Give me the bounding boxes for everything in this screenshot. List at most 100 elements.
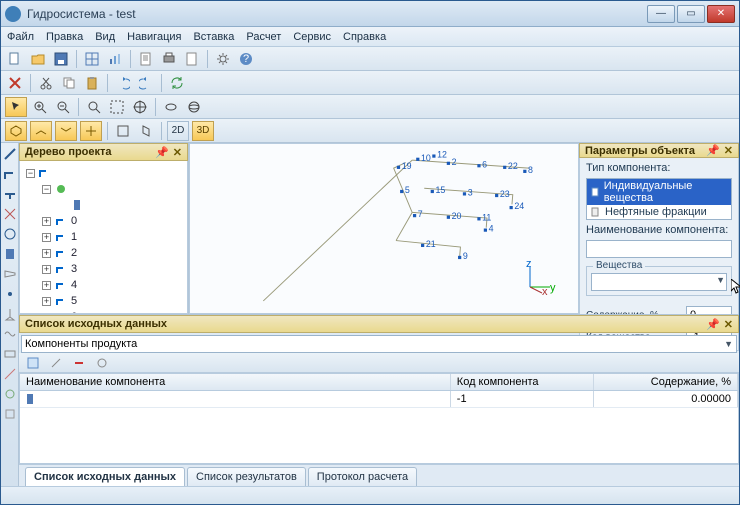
- maximize-button[interactable]: ▭: [677, 5, 705, 23]
- view-iso4[interactable]: [80, 121, 102, 141]
- tree-node-6[interactable]: +6: [42, 309, 181, 314]
- tree-node-1[interactable]: +1: [42, 229, 181, 245]
- tool-reducer-icon[interactable]: [3, 267, 17, 281]
- tree-node-5[interactable]: +5: [42, 293, 181, 309]
- delete-x-icon[interactable]: [5, 73, 25, 93]
- undo-icon[interactable]: [113, 73, 133, 93]
- menu-nav[interactable]: Навигация: [127, 31, 181, 43]
- add-row-icon[interactable]: [23, 353, 43, 373]
- remove-row-icon[interactable]: [69, 353, 89, 373]
- data-type-combo[interactable]: Компоненты продукта▼: [21, 335, 737, 353]
- copy-icon[interactable]: [59, 73, 79, 93]
- component-type-list[interactable]: Индивидуальные вещества Нефтяные фракции: [586, 178, 732, 220]
- doc-icon[interactable]: [136, 49, 156, 69]
- svg-text:8: 8: [528, 165, 533, 175]
- tree-close-icon[interactable]: ✕: [173, 146, 182, 159]
- zoom-fit-icon[interactable]: [84, 97, 104, 117]
- cell-content[interactable]: 0.00000: [594, 391, 738, 407]
- view-iso2[interactable]: [30, 121, 52, 141]
- paste-icon[interactable]: [82, 73, 102, 93]
- tree-node-2[interactable]: +2: [42, 245, 181, 261]
- tree-pin-icon[interactable]: 📌: [155, 146, 169, 159]
- type-option-oil[interactable]: Нефтяные фракции: [587, 205, 731, 219]
- 3d-viewport[interactable]: 1210192622851532324720114219 z y x: [189, 143, 579, 314]
- zoom-window-icon[interactable]: [107, 97, 127, 117]
- data-grid[interactable]: Наименование компонента Код компонента С…: [19, 373, 739, 464]
- view-side[interactable]: [136, 121, 156, 141]
- menu-service[interactable]: Сервис: [293, 31, 331, 43]
- tool-pump-icon[interactable]: [3, 227, 17, 241]
- open-file-icon[interactable]: [28, 49, 48, 69]
- cut-icon[interactable]: [36, 73, 56, 93]
- tool-valve-icon[interactable]: [3, 207, 17, 221]
- orbit-icon[interactable]: [184, 97, 204, 117]
- tool-tee-icon[interactable]: [3, 187, 17, 201]
- gear-icon[interactable]: [213, 49, 233, 69]
- component-name-input[interactable]: [586, 240, 732, 258]
- tool-elbow-icon[interactable]: [3, 167, 17, 181]
- zoom-out-icon[interactable]: [53, 97, 73, 117]
- substances-select[interactable]: [591, 273, 727, 291]
- tool-heat-icon[interactable]: [3, 367, 17, 381]
- column-name[interactable]: Наименование компонента: [20, 374, 451, 390]
- menu-view[interactable]: Вид: [95, 31, 115, 43]
- tree-node-4[interactable]: +4: [42, 277, 181, 293]
- props-close-icon[interactable]: ✕: [724, 144, 733, 157]
- mouse-cursor-icon: [731, 279, 740, 295]
- help-icon[interactable]: ?: [236, 49, 256, 69]
- type-option-individual[interactable]: Индивидуальные вещества: [587, 179, 731, 205]
- close-button[interactable]: ✕: [707, 5, 735, 23]
- menu-edit[interactable]: Правка: [46, 31, 83, 43]
- tab-results[interactable]: Список результатов: [187, 467, 306, 486]
- tab-input-data[interactable]: Список исходных данных: [25, 467, 185, 486]
- tree-product-node[interactable]: [58, 197, 181, 213]
- tree-node-3[interactable]: +3: [42, 261, 181, 277]
- redo-icon[interactable]: [136, 73, 156, 93]
- zoom-in-icon[interactable]: [30, 97, 50, 117]
- tree-node-0[interactable]: +0: [42, 213, 181, 229]
- tool-inst-icon[interactable]: [3, 387, 17, 401]
- clear-icon[interactable]: [92, 353, 112, 373]
- view-front[interactable]: [113, 121, 133, 141]
- refresh-icon[interactable]: [167, 73, 187, 93]
- tool-support-icon[interactable]: [3, 307, 17, 321]
- select-tool[interactable]: [5, 97, 27, 117]
- column-code[interactable]: Код компонента: [451, 374, 595, 390]
- menu-insert[interactable]: Вставка: [193, 31, 234, 43]
- bottom-pin-icon[interactable]: 📌: [706, 318, 720, 331]
- minimize-button[interactable]: —: [647, 5, 675, 23]
- tool-misc-icon[interactable]: [3, 407, 17, 421]
- doc2-icon[interactable]: [182, 49, 202, 69]
- chart-icon[interactable]: [105, 49, 125, 69]
- project-tree[interactable]: − − +0+1+2+3+: [19, 161, 188, 314]
- print-icon[interactable]: [159, 49, 179, 69]
- menu-file[interactable]: Файл: [7, 31, 34, 43]
- svg-text:4: 4: [489, 224, 494, 234]
- menu-help[interactable]: Справка: [343, 31, 386, 43]
- insert-row-icon[interactable]: [46, 353, 66, 373]
- new-file-icon[interactable]: [5, 49, 25, 69]
- tool-node-icon[interactable]: [3, 287, 17, 301]
- table-row[interactable]: -1 0.00000: [20, 391, 738, 408]
- bottom-close-icon[interactable]: ✕: [724, 318, 733, 331]
- svg-text:3: 3: [468, 188, 473, 198]
- tool-flex-icon[interactable]: [3, 327, 17, 341]
- menu-calc[interactable]: Расчет: [246, 31, 281, 43]
- tool-tank-icon[interactable]: [3, 247, 17, 261]
- view-iso1[interactable]: [5, 121, 27, 141]
- tab-protocol[interactable]: Протокол расчета: [308, 467, 417, 486]
- save-icon[interactable]: [51, 49, 71, 69]
- view-3d[interactable]: 3D: [192, 121, 214, 141]
- chevron-down-icon[interactable]: ▼: [716, 275, 725, 285]
- tool-pipe-icon[interactable]: [3, 147, 17, 161]
- cell-name[interactable]: [20, 391, 451, 407]
- grid-icon[interactable]: [82, 49, 102, 69]
- cell-code[interactable]: -1: [451, 391, 595, 407]
- rotate-icon[interactable]: [161, 97, 181, 117]
- tool-comp-icon[interactable]: [3, 347, 17, 361]
- view-2d[interactable]: 2D: [167, 121, 189, 141]
- view-iso3[interactable]: [55, 121, 77, 141]
- props-pin-icon[interactable]: 📌: [706, 144, 720, 157]
- column-content[interactable]: Содержание, %: [594, 374, 738, 390]
- pan-icon[interactable]: [130, 97, 150, 117]
